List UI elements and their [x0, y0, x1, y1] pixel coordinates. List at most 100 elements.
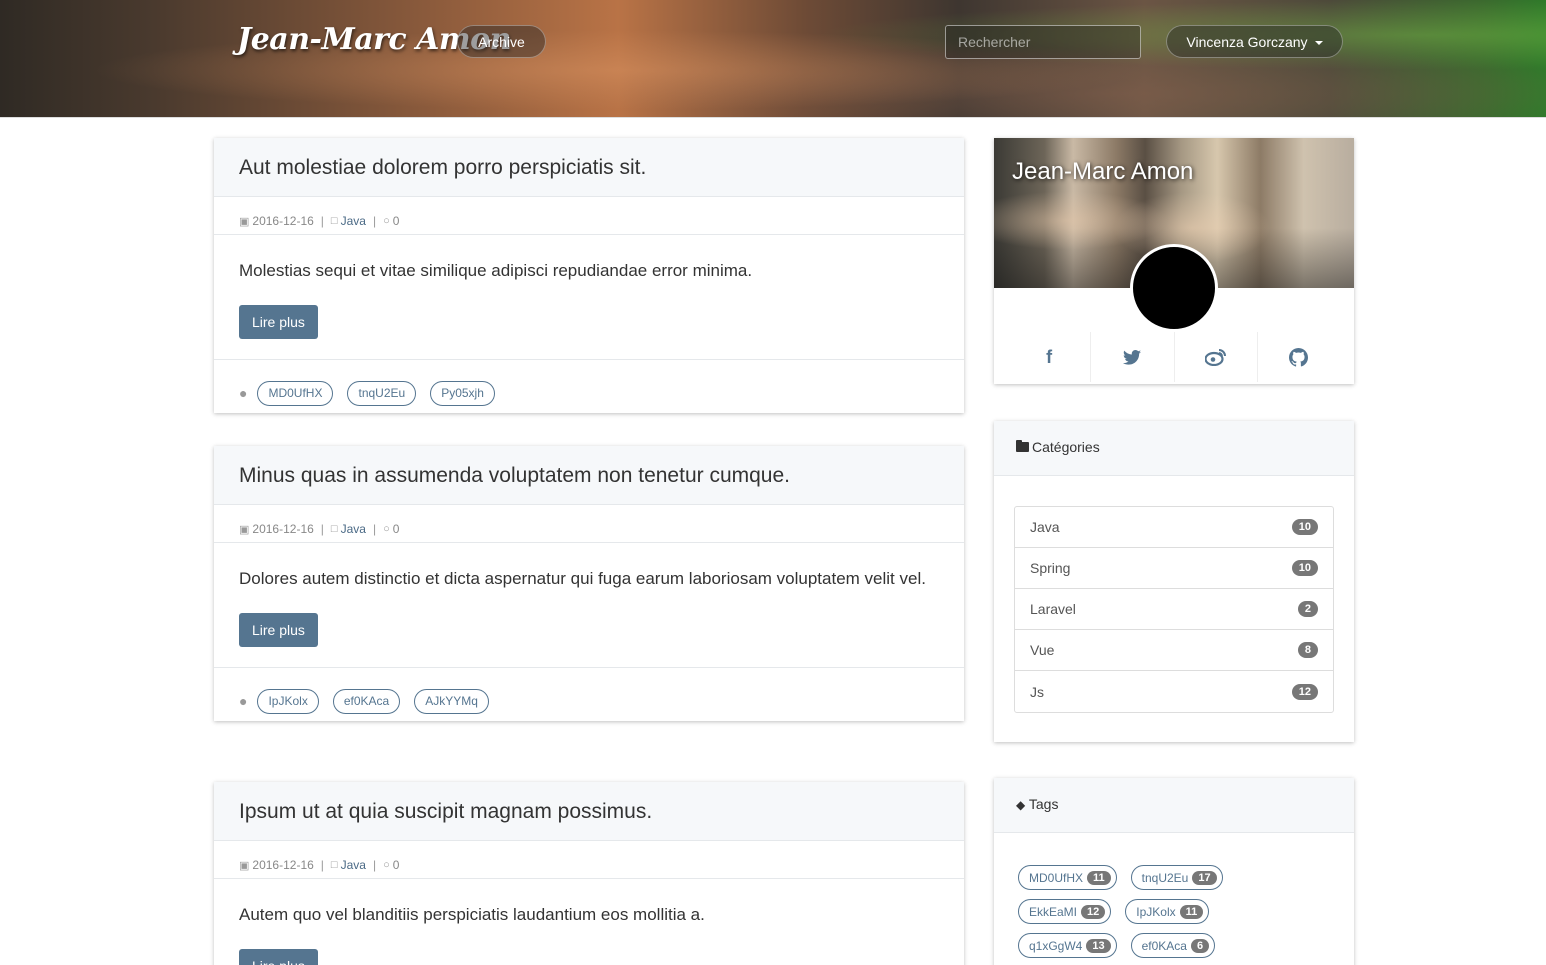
category-label: Js	[1030, 683, 1044, 700]
avatar[interactable]	[1130, 244, 1218, 332]
comment-count: 0	[392, 858, 400, 872]
tag-label: EkkEaMI	[1029, 904, 1078, 919]
tag-count-badge: 13	[1086, 938, 1111, 953]
tags-icon: ●	[239, 692, 248, 709]
tag-cloud-item[interactable]: ef0KAca 6	[1130, 933, 1216, 958]
category-label: Java	[1030, 519, 1060, 535]
comment-count: 0	[392, 214, 400, 228]
tags-card: ◆ Tags MD0UfHX 11 tnqU2Eu 17 EkkEaMI 12 IpJ…	[994, 778, 1354, 965]
post-excerpt: Autem quo vel blanditiis perspiciatis la…	[239, 905, 705, 924]
category-item[interactable]: Laravel 2	[1015, 589, 1333, 630]
user-name: Vincenza Gorczany	[1186, 33, 1308, 50]
separator: |	[320, 214, 324, 228]
tag-cloud-item[interactable]: EkkEaMI 12	[1018, 899, 1112, 924]
tag-link[interactable]: IpJKolx	[257, 689, 319, 714]
comment-count: 0	[392, 522, 400, 536]
separator: |	[372, 522, 377, 536]
tag-count-badge: 6	[1190, 938, 1210, 953]
category-count-badge: 12	[1291, 683, 1318, 700]
tag-cloud: MD0UfHX 11 tnqU2Eu 17 EkkEaMI 12 IpJKolx 11 …	[994, 833, 1354, 958]
post-card: Minus quas in assumenda voluptatem non t…	[214, 446, 964, 721]
archive-button[interactable]: Archive	[457, 25, 546, 58]
post-date: 2016-12-16	[252, 214, 314, 228]
post-title[interactable]: Aut molestiae dolorem porro perspiciatis…	[239, 156, 939, 180]
folder-icon	[1016, 440, 1029, 452]
post-date: 2016-12-16	[252, 522, 314, 536]
tag-count-badge: 11	[1087, 870, 1111, 885]
tag-link[interactable]: ef0KAca	[332, 689, 401, 714]
profile-card: Jean-Marc Amon f	[994, 138, 1354, 384]
tags-title: Tags	[1028, 796, 1059, 812]
twitter-icon[interactable]	[1091, 332, 1175, 382]
post-category-link[interactable]: Java	[341, 858, 366, 872]
profile-name: Jean-Marc Amon	[1012, 158, 1194, 185]
folder-icon: □	[330, 859, 338, 871]
separator: |	[320, 522, 324, 536]
category-count-badge: 10	[1291, 560, 1318, 576]
post-meta: ▣ 2016-12-16 | □ Java | ○ 0	[214, 197, 964, 235]
comments-icon: ○	[383, 523, 390, 535]
tag-label: IpJKolx	[1136, 904, 1176, 919]
separator: |	[372, 214, 377, 228]
category-count-badge: 8	[1297, 642, 1318, 658]
category-count-badge: 2	[1297, 601, 1318, 617]
categories-card: Catégories Java 10 Spring 10 Laravel 2 Vue 8…	[994, 421, 1354, 742]
category-item[interactable]: Spring 10	[1015, 548, 1333, 589]
tag-link[interactable]: tnqU2Eu	[347, 381, 417, 406]
post-card: Aut molestiae dolorem porro perspiciatis…	[214, 138, 964, 413]
calendar-icon: ▣	[239, 215, 250, 228]
tag-link[interactable]: AJkYYMq	[414, 689, 489, 714]
post-category-link[interactable]: Java	[341, 522, 366, 536]
post-title[interactable]: Minus quas in assumenda voluptatem non t…	[239, 464, 939, 488]
separator: |	[372, 858, 377, 872]
user-menu-button[interactable]: Vincenza Gorczany	[1166, 25, 1343, 58]
folder-icon: □	[330, 523, 338, 535]
post-date: 2016-12-16	[252, 858, 314, 872]
tag-label: ef0KAca	[1141, 938, 1187, 953]
tag-label: MD0UfHX	[1029, 870, 1084, 885]
category-count-badge: 10	[1291, 519, 1318, 535]
post-meta: ▣ 2016-12-16 | □ Java | ○ 0	[214, 505, 964, 543]
post-card: Ipsum ut at quia suscipit magnam possimu…	[214, 782, 964, 965]
comments-icon: ○	[383, 859, 390, 871]
social-links: f	[1008, 332, 1340, 382]
tag-count-badge: 17	[1192, 870, 1217, 885]
post-category-link[interactable]: Java	[341, 214, 366, 228]
category-label: Vue	[1030, 642, 1055, 658]
tags-icon: ◆	[1016, 798, 1026, 812]
tags-icon: ●	[239, 384, 248, 401]
category-item[interactable]: Java 10	[1015, 507, 1333, 548]
tag-cloud-item[interactable]: IpJKolx 11	[1125, 899, 1210, 924]
post-meta: ▣ 2016-12-16 | □ Java | ○ 0	[214, 841, 964, 879]
read-more-button[interactable]: Lire plus	[239, 613, 318, 647]
calendar-icon: ▣	[239, 859, 250, 872]
weibo-icon[interactable]	[1175, 332, 1258, 382]
read-more-button[interactable]: Lire plus	[239, 305, 318, 339]
tag-label: tnqU2Eu	[1141, 870, 1189, 885]
category-label: Spring	[1030, 560, 1071, 576]
search-input[interactable]	[945, 25, 1141, 59]
read-more-button[interactable]: Lire plus	[239, 949, 318, 965]
category-item[interactable]: Vue 8	[1015, 630, 1333, 671]
comments-icon: ○	[383, 215, 390, 227]
tag-label: q1xGgW4	[1029, 938, 1083, 953]
tag-cloud-item[interactable]: tnqU2Eu 17	[1130, 865, 1223, 890]
tag-count-badge: 12	[1081, 904, 1106, 919]
site-header: Jean-Marc Amon Archive Vincenza Gorczany	[0, 0, 1546, 118]
folder-icon: □	[330, 215, 338, 227]
category-item[interactable]: Js 12	[1015, 671, 1333, 712]
tag-link[interactable]: MD0UfHX	[257, 381, 334, 406]
calendar-icon: ▣	[239, 523, 250, 536]
tag-cloud-item[interactable]: q1xGgW4 13	[1018, 933, 1117, 958]
post-tags: ● IpJKolx ef0KAca AJkYYMq	[214, 668, 964, 721]
category-list: Java 10 Spring 10 Laravel 2 Vue 8 Js 12	[1014, 506, 1334, 713]
caret-down-icon	[1314, 40, 1323, 45]
github-icon[interactable]	[1258, 332, 1340, 382]
tag-link[interactable]: Py05xjh	[430, 381, 495, 406]
tag-cloud-item[interactable]: MD0UfHX 11	[1018, 865, 1117, 890]
post-excerpt: Molestias sequi et vitae similique adipi…	[239, 261, 753, 280]
category-label: Laravel	[1030, 601, 1076, 617]
separator: |	[320, 858, 324, 872]
facebook-icon[interactable]: f	[1008, 332, 1092, 382]
post-title[interactable]: Ipsum ut at quia suscipit magnam possimu…	[239, 800, 939, 824]
